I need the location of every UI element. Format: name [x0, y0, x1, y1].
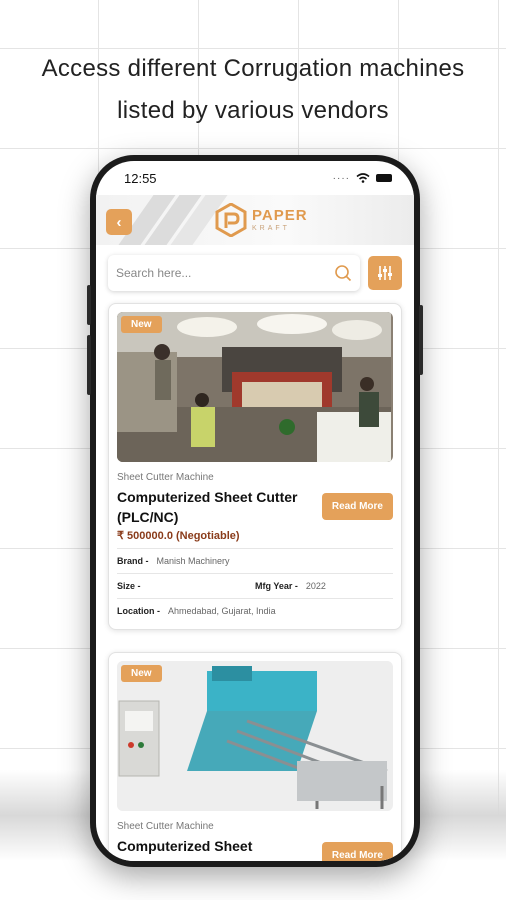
volume-up-button — [87, 285, 91, 325]
search-row — [96, 245, 414, 291]
detail-size-year-row: Size - Mfg Year - 2022 — [117, 574, 393, 599]
factory-photo-illustration — [117, 312, 391, 462]
new-badge: New — [121, 665, 162, 682]
signal-dots-icon: ···· — [332, 172, 350, 184]
logo-subtext: KRAFT — [252, 225, 290, 232]
status-bar: 12:55 ···· — [96, 161, 414, 195]
chevron-left-icon: ‹ — [116, 213, 122, 231]
listing-category: Sheet Cutter Machine — [117, 472, 214, 483]
volume-down-button — [87, 335, 91, 395]
app-header: ‹ PAPER KRAFT — [96, 195, 414, 245]
mfg-year-label: Mfg Year - — [255, 581, 298, 591]
status-time: 12:55 — [124, 170, 157, 186]
machine-photo: New — [117, 661, 393, 811]
listing-card[interactable]: New Sheet Cutter Machine Computerized Sh… — [108, 303, 402, 630]
listing-title: Computerized Sheet — [117, 838, 253, 854]
paper-kraft-logo: PAPER KRAFT — [214, 203, 308, 237]
detail-brand-row: Brand - Manish Machinery — [117, 549, 393, 574]
size-label: Size - — [117, 581, 141, 591]
read-more-button[interactable]: Read More — [321, 493, 393, 520]
logo-mark-icon — [215, 203, 247, 237]
sheet-cutter-illustration — [117, 661, 391, 811]
power-button — [419, 305, 423, 375]
search-box — [108, 255, 360, 291]
promo-headline: Access different Corrugation machines li… — [0, 48, 506, 132]
read-more-button[interactable]: Read More — [321, 842, 393, 861]
phone-screen: 12:55 ···· ‹ PAPER KRAFT Search here... … — [96, 161, 414, 861]
location-value: Ahmedabad, Gujarat, India — [168, 606, 276, 616]
filter-button[interactable] — [368, 256, 402, 290]
listing-card[interactable]: New Sheet Cutter Machine Computerized Sh… — [108, 652, 402, 861]
listing-price: ₹ 500000.0 (Negotiable) — [117, 530, 240, 542]
location-label: Location - — [117, 606, 160, 616]
detail-location-row: Location - Ahmedabad, Gujarat, India — [117, 599, 393, 623]
logo-wordmark: PAPER — [252, 207, 308, 224]
brand-value: Manish Machinery — [156, 556, 230, 566]
listing-title: Computerized Sheet Cutter (PLC/NC) — [117, 489, 298, 525]
listing-list: New Sheet Cutter Machine Computerized Sh… — [96, 291, 414, 861]
listing-details: Brand - Manish Machinery Size - Mfg Year… — [117, 548, 393, 623]
search-input[interactable] — [116, 266, 334, 280]
wifi-icon — [356, 173, 370, 183]
machine-photo: New — [117, 312, 393, 462]
headline-line-2: listed by various vendors — [117, 97, 389, 124]
headline-line-1: Access different Corrugation machines — [41, 55, 465, 82]
status-icons: ···· — [333, 173, 392, 184]
battery-icon — [376, 174, 392, 182]
brand-label: Brand - — [117, 556, 149, 566]
listing-category: Sheet Cutter Machine — [117, 821, 214, 832]
search-icon[interactable] — [334, 264, 352, 282]
mfg-year-value: 2022 — [305, 581, 326, 591]
back-button[interactable]: ‹ — [106, 209, 132, 235]
phone-frame: 12:55 ···· ‹ PAPER KRAFT Search here... … — [87, 155, 423, 867]
filter-sliders-icon — [378, 266, 392, 280]
new-badge: New — [121, 316, 162, 333]
